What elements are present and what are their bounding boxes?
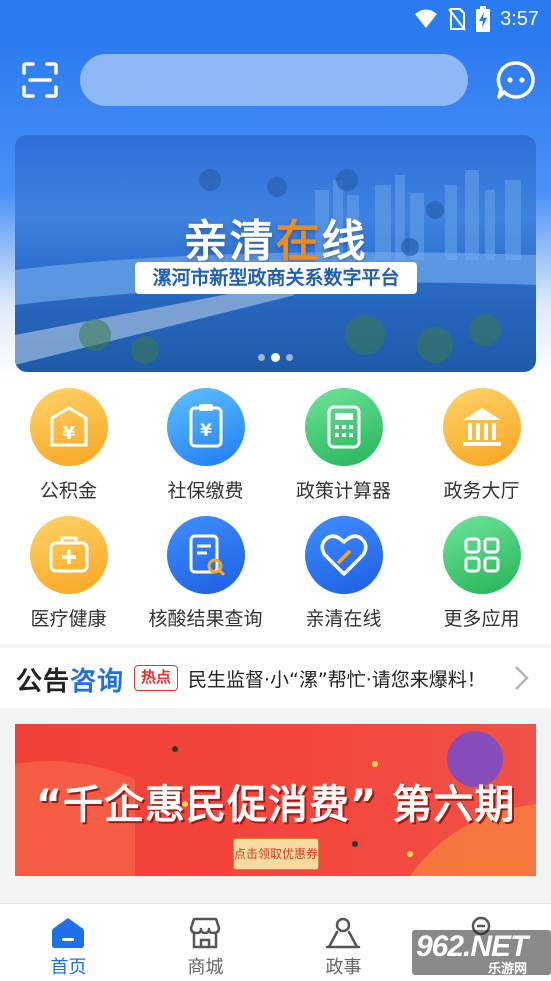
- service-qinqing-online[interactable]: 亲清在线: [275, 508, 412, 636]
- chat-bubble-icon[interactable]: [496, 60, 536, 100]
- banner-title-highlight: 在: [275, 216, 322, 267]
- svg-text:¥: ¥: [63, 423, 76, 444]
- service-housing-fund[interactable]: ¥ 公积金: [0, 380, 137, 508]
- service-label: 核酸结果查询: [148, 608, 263, 630]
- tab-home[interactable]: 首页: [0, 904, 137, 981]
- scan-icon[interactable]: [20, 60, 60, 100]
- chevron-right-icon[interactable]: [510, 664, 532, 692]
- tab-affairs[interactable]: 政事: [275, 904, 412, 981]
- notice-title-blue: 咨询: [70, 667, 125, 697]
- svg-text:¥: ¥: [200, 421, 212, 441]
- service-more-apps[interactable]: 更多应用: [413, 508, 550, 636]
- battery-charging-icon: [476, 6, 491, 32]
- notice-title-black: 公告: [16, 667, 71, 697]
- home-icon: [52, 918, 84, 948]
- service-label: 社保缴费: [167, 480, 244, 502]
- service-label: 政务大厅: [443, 480, 520, 502]
- notice-text[interactable]: 民生监督·小“漯”帮忙·请您来爆料！: [188, 665, 486, 692]
- banner-subtitle: 漯河市新型政商关系数字平台: [135, 262, 417, 294]
- banner-title-part1: 亲清: [183, 216, 276, 267]
- tab-shop[interactable]: 商城: [137, 904, 274, 981]
- service-medical-health[interactable]: 医疗健康: [0, 508, 137, 636]
- report-search-icon: [167, 516, 245, 594]
- notice-title: 公告咨询: [16, 661, 124, 698]
- service-label: 医疗健康: [30, 608, 107, 630]
- watermark-subtext: 乐游网: [488, 962, 528, 977]
- apps-grid-icon: [443, 516, 521, 594]
- carousel-dot: [258, 354, 265, 361]
- service-nucleic-acid-query[interactable]: 核酸结果查询: [137, 508, 274, 636]
- no-sim-icon: [448, 8, 466, 31]
- coupon-button[interactable]: 点击领取优惠券: [233, 838, 319, 870]
- tab-label: 首页: [50, 957, 87, 978]
- calculator-icon: [305, 388, 383, 466]
- service-label: 公积金: [39, 480, 97, 502]
- service-label: 更多应用: [443, 608, 520, 630]
- person-icon: [325, 917, 361, 949]
- carousel-indicator: [15, 353, 536, 362]
- service-government-hall[interactable]: 政务大厅: [413, 380, 550, 508]
- shop-icon: [189, 917, 221, 949]
- notice-bar[interactable]: 公告咨询 热点 民生监督·小“漯”帮忙·请您来爆料！: [0, 648, 551, 708]
- heart-icon: [305, 516, 383, 594]
- government-hall-icon: [443, 388, 521, 466]
- promo-banner[interactable]: “千企惠民促消费” 第六期 点击领取优惠券: [15, 724, 536, 876]
- service-policy-calculator[interactable]: 政策计算器: [275, 380, 412, 508]
- banner-title-part2: 线: [321, 216, 368, 267]
- service-grid: ¥ 公积金 ¥ 社保缴费 政策计算器 政务大厅 医疗健康 核酸结果查询 亲清在线…: [0, 380, 551, 644]
- service-label: 政策计算器: [295, 480, 391, 502]
- service-label: 亲清在线: [305, 608, 382, 630]
- status-time: 3:57: [500, 7, 539, 30]
- watermark-logo: 962.NET 乐游网: [412, 930, 551, 977]
- status-bar: 3:57: [0, 0, 551, 38]
- banner-carousel[interactable]: 亲清在线 漯河市新型政商关系数字平台: [15, 135, 536, 372]
- carousel-dot-active: [271, 353, 280, 362]
- banner-title: 亲清在线: [15, 205, 536, 269]
- social-security-payment-icon: ¥: [167, 388, 245, 466]
- housing-fund-icon: ¥: [30, 388, 108, 466]
- hot-badge: 热点: [134, 665, 178, 691]
- tab-label: 商城: [187, 957, 224, 978]
- carousel-dot: [286, 354, 293, 361]
- wifi-icon: [415, 9, 438, 28]
- search-input[interactable]: [80, 54, 468, 106]
- medical-kit-icon: [30, 516, 108, 594]
- service-social-security[interactable]: ¥ 社保缴费: [137, 380, 274, 508]
- header: 亲清在线 漯河市新型政商关系数字平台: [0, 38, 551, 380]
- promo-title: “千企惠民促消费” 第六期: [35, 782, 516, 828]
- tab-label: 政事: [325, 957, 362, 978]
